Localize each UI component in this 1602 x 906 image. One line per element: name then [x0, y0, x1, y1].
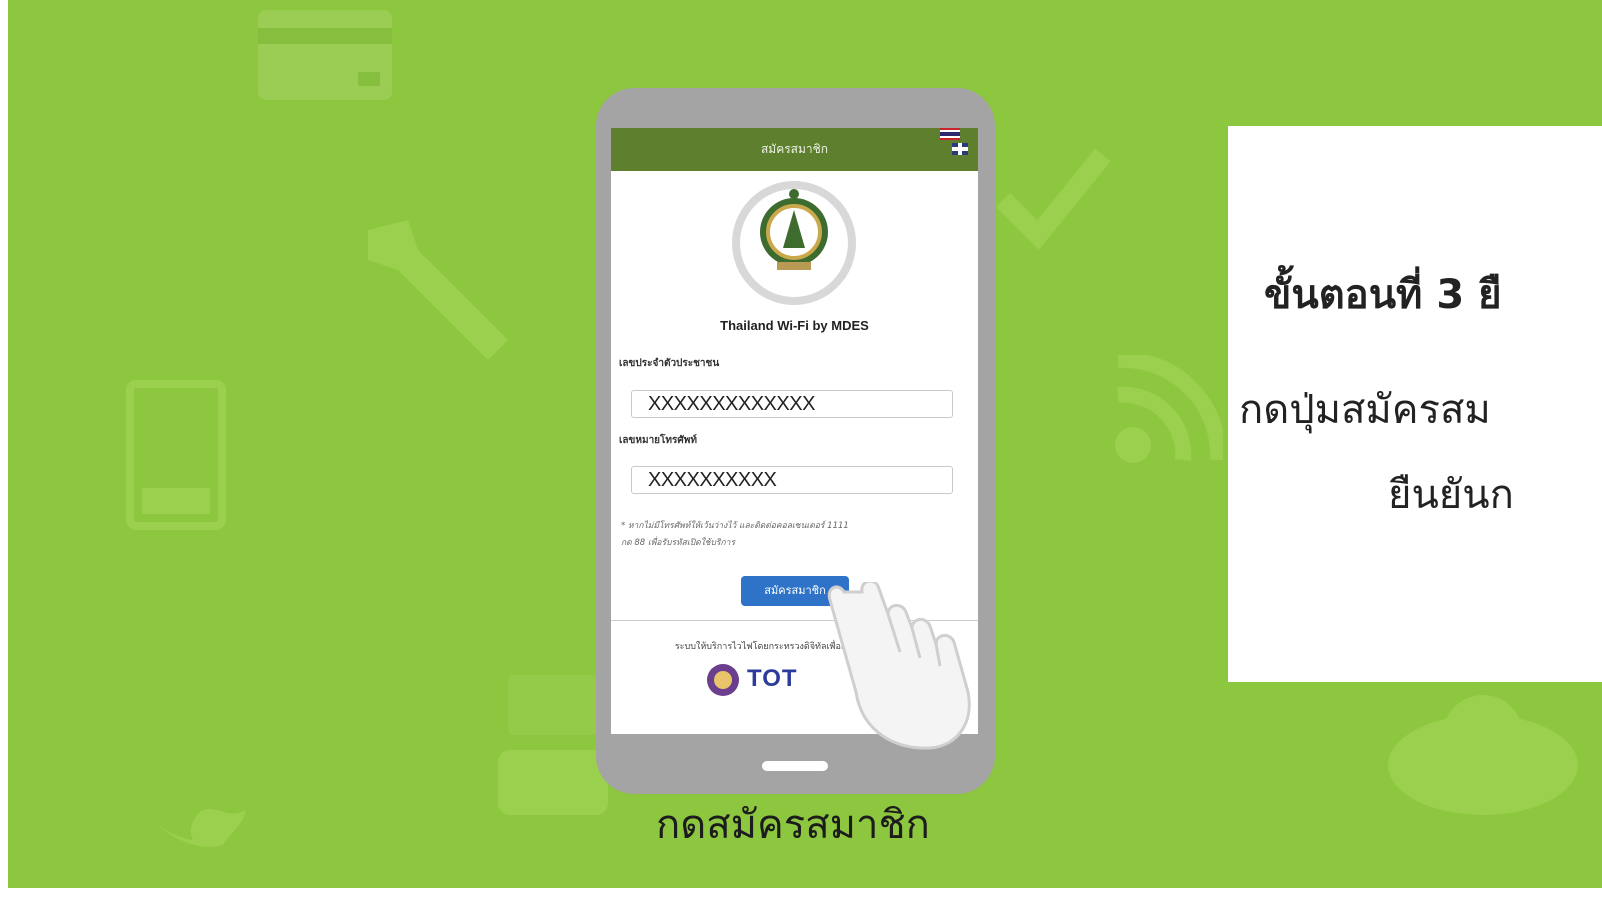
- note-line-1: * หากไม่มีโทรศัพท์ให้เว้นว่างไว้ และติดต…: [621, 521, 849, 531]
- cloud-icon: [1388, 695, 1578, 815]
- wrench-icon: [368, 220, 508, 360]
- app-header: สมัครสมาชิก: [611, 128, 978, 171]
- app-title: Thailand Wi-Fi by MDES: [720, 318, 869, 333]
- thai-flag-icon[interactable]: [940, 128, 960, 140]
- step-description-line-1: กดปุ่มสมัครสม: [1239, 387, 1491, 433]
- header-title: สมัครสมาชิก: [760, 142, 829, 156]
- credit-card-icon: [258, 10, 392, 100]
- step-description-line-2: ยืนยันก: [1388, 472, 1514, 518]
- checkmark-icon: [995, 148, 1111, 250]
- uk-flag-icon[interactable]: [952, 143, 968, 155]
- pointing-hand-icon: [827, 582, 971, 750]
- mdes-seal-icon: [732, 181, 856, 305]
- wifi-icon: [1115, 355, 1223, 463]
- phone-input[interactable]: XXXXXXXXXX: [631, 466, 953, 494]
- phone-label: เลขหมายโทรศัพท์: [619, 435, 697, 446]
- mobile-phone-icon: [126, 380, 226, 530]
- mdes-logo-icon: [707, 664, 739, 696]
- note-line-2: กด 88 เพื่อรับรหัสเปิดใช้บริการ: [621, 538, 736, 548]
- step-title: ขั้นตอนที่ 3 ยื: [1264, 272, 1502, 318]
- home-button: [762, 761, 828, 771]
- caption: กดสมัครสมาชิก: [656, 803, 930, 847]
- twitter-icon: [153, 808, 246, 847]
- tot-logo: TOT: [747, 665, 798, 692]
- id-label: เลขประจำตัวประชาชน: [619, 358, 720, 369]
- note-text: * หากไม่มีโทรศัพท์ให้เว้นว่างไว้ และติดต…: [621, 518, 961, 552]
- id-input[interactable]: XXXXXXXXXXXXX: [631, 390, 953, 418]
- tutorial-slide: สมัครสมาชิก Thailand Wi-Fi by MDES เลขปร…: [0, 0, 1602, 906]
